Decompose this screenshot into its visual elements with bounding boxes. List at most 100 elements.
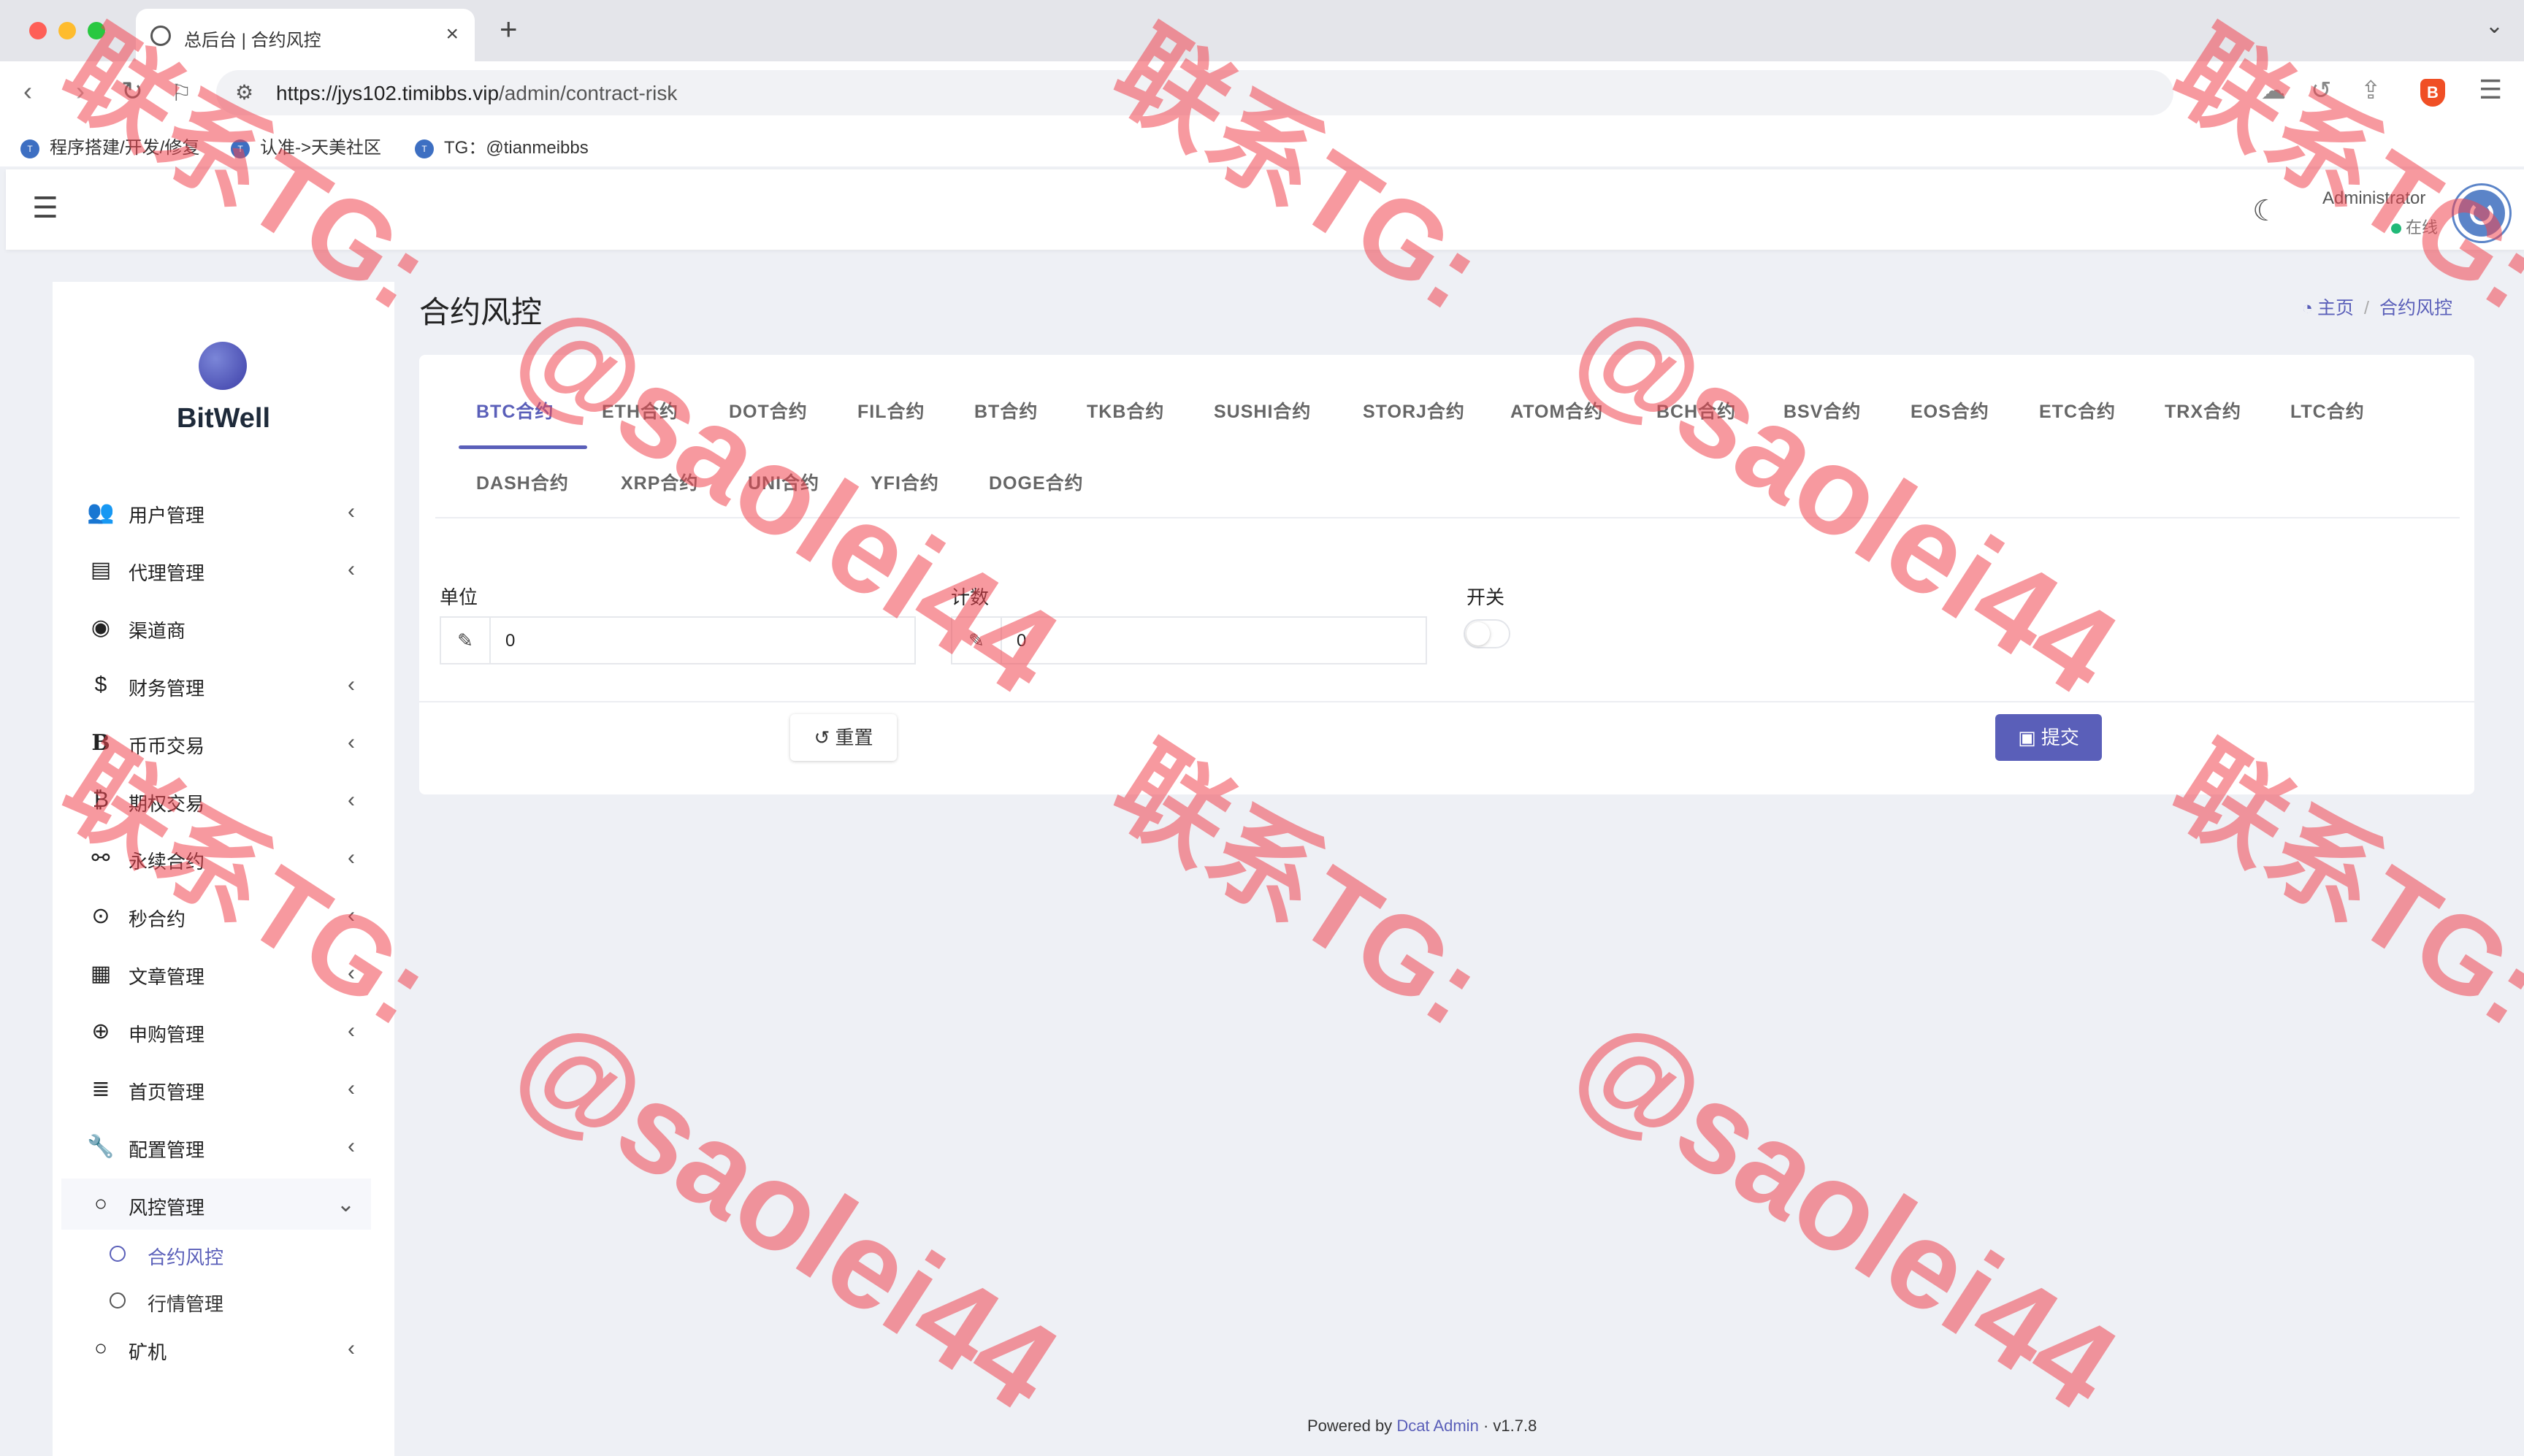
- tab-storj[interactable]: STORJ合约: [1363, 397, 1465, 424]
- dcat-admin-link[interactable]: Dcat Admin: [1396, 1417, 1479, 1435]
- bookmark-item[interactable]: T 程序搭建/开发/修复: [20, 133, 199, 158]
- sidebar-item-spot-trading[interactable]: B 币币交易 ‹: [61, 717, 371, 768]
- tab-atom[interactable]: ATOM合约: [1510, 397, 1603, 424]
- minimize-window-button[interactable]: [58, 22, 76, 39]
- back-icon[interactable]: ‹: [23, 76, 32, 107]
- id-card-icon: ▤: [90, 558, 112, 582]
- sidebar-subitem-label: 行情管理: [148, 1293, 224, 1315]
- tab-dot[interactable]: DOT合约: [729, 397, 808, 424]
- tab-bch[interactable]: BCH合约: [1656, 397, 1736, 424]
- sidebar-item-articles[interactable]: ▦ 文章管理 ‹: [61, 948, 371, 999]
- close-window-button[interactable]: [29, 22, 47, 39]
- chevron-left-icon: ‹: [348, 846, 355, 870]
- sidebar-item-finance[interactable]: $ 财务管理 ‹: [61, 659, 371, 710]
- extension-refresh-icon[interactable]: ↺: [2311, 76, 2332, 105]
- tab-eos[interactable]: EOS合约: [1911, 397, 1989, 424]
- pencil-icon: ✎: [441, 618, 491, 663]
- switch-toggle[interactable]: [1464, 619, 1510, 648]
- sidebar-item-label: 代理管理: [129, 562, 205, 584]
- address-bar[interactable]: ⚙ https://jys102.timibbs.vip/admin/contr…: [216, 70, 2173, 115]
- maximize-window-button[interactable]: [88, 22, 105, 39]
- tab-doge[interactable]: DOGE合约: [989, 469, 1084, 495]
- address-url[interactable]: https://jys102.timibbs.vip/admin/contrac…: [276, 82, 677, 105]
- tab-uni[interactable]: UNI合约: [748, 469, 819, 495]
- bookmark-label: 程序搭建/开发/修复: [50, 138, 200, 158]
- reload-icon[interactable]: ↻: [121, 76, 143, 107]
- divider: [419, 701, 2474, 702]
- sidebar-item-perpetual[interactable]: ⚯ 永续合约 ‹: [61, 832, 371, 884]
- forward-icon[interactable]: ›: [76, 76, 85, 107]
- new-tab-button[interactable]: +: [500, 12, 518, 47]
- sidebar-item-label: 秒合约: [129, 908, 186, 930]
- user-name[interactable]: Administrator: [2322, 188, 2425, 209]
- browser-tab-title: 总后台 | 合约风控: [184, 31, 321, 50]
- tab-sushi[interactable]: SUSHI合约: [1214, 397, 1311, 424]
- sidebar-item-config[interactable]: 🔧 配置管理 ‹: [61, 1121, 371, 1172]
- divider: [435, 517, 2460, 518]
- logo-text: BitWell: [176, 403, 271, 434]
- tab-list-chevron-icon[interactable]: ⌄: [2485, 13, 2504, 39]
- chevron-left-icon: ‹: [348, 1134, 355, 1158]
- tab-etc[interactable]: ETC合约: [2039, 397, 2116, 424]
- tab-trx[interactable]: TRX合约: [2165, 397, 2241, 424]
- sidebar-item-label: 配置管理: [129, 1139, 205, 1161]
- breadcrumb-separator: /: [2364, 298, 2369, 318]
- url-host: https://jys102.timibbs.vip: [276, 82, 500, 104]
- sidebar-item-options-trading[interactable]: ₿ 期权交易 ‹: [61, 775, 371, 826]
- brave-shield-icon[interactable]: B: [2420, 79, 2445, 107]
- bookmark-label: 认准->天美社区: [260, 138, 382, 158]
- avatar[interactable]: [2454, 185, 2509, 241]
- chevron-left-icon: ‹: [348, 673, 355, 697]
- site-settings-icon[interactable]: ⚙: [235, 80, 253, 104]
- tab-fil[interactable]: FIL合约: [857, 397, 925, 424]
- tab-tkb[interactable]: TKB合约: [1087, 397, 1164, 424]
- sidebar-item-risk-control[interactable]: ○ 风控管理 ⌄: [61, 1179, 371, 1230]
- sidebar-item-subscription[interactable]: ⊕ 申购管理 ‹: [61, 1005, 371, 1057]
- sidebar-item-user-management[interactable]: 👥 用户管理 ‹: [61, 486, 371, 537]
- sidebar-item-agent-management[interactable]: ▤ 代理管理 ‹: [61, 544, 371, 595]
- user-status-label: 在线: [2406, 218, 2439, 237]
- save-icon: ▣: [2018, 727, 2041, 748]
- unit-label: 单位: [440, 586, 478, 608]
- chevron-left-icon: ‹: [348, 557, 355, 581]
- globe-icon: [150, 26, 171, 46]
- reset-button[interactable]: ↺ 重置: [790, 714, 897, 761]
- bitcoin-icon: ₿: [92, 788, 110, 812]
- bookmark-item[interactable]: T TG：@tianmeibbs: [415, 133, 589, 158]
- breadcrumb-home[interactable]: ◔ 主页: [2302, 298, 2354, 318]
- unit-input[interactable]: ✎ 0: [440, 616, 916, 664]
- circle-icon: [110, 1246, 126, 1262]
- sidebar-item-second-contract[interactable]: ⊙ 秒合约 ‹: [61, 890, 371, 941]
- tab-dash[interactable]: DASH合约: [476, 469, 569, 495]
- tab-xrp[interactable]: XRP合约: [621, 469, 698, 495]
- tab-ltc[interactable]: LTC合约: [2290, 397, 2365, 424]
- sidebar-item-channel[interactable]: ◉ 渠道商: [61, 602, 371, 653]
- dark-mode-moon-icon[interactable]: ☾: [2252, 194, 2279, 228]
- browser-menu-icon[interactable]: ☰: [2479, 74, 2502, 105]
- chevron-left-icon: ‹: [348, 1336, 355, 1360]
- dot-circle-icon: ⊙: [91, 904, 110, 928]
- version-text: v1.7.8: [1493, 1417, 1537, 1435]
- extension-cloud-icon[interactable]: ☁: [2261, 76, 2286, 105]
- sidebar-subitem-market-management[interactable]: 行情管理: [53, 1279, 371, 1323]
- sidebar-item-miner[interactable]: ○ 矿机 ‹: [61, 1323, 371, 1374]
- tab-bt[interactable]: BT合约: [974, 397, 1038, 424]
- tab-eth[interactable]: ETH合约: [602, 397, 678, 424]
- dashboard-icon: ◔: [2301, 298, 2314, 318]
- tab-bsv[interactable]: BSV合约: [1783, 397, 1861, 424]
- tab-btc[interactable]: BTC合约: [476, 397, 554, 424]
- bookmark-item[interactable]: T 认准->天美社区: [231, 133, 381, 158]
- life-ring-icon: ⊕: [91, 1019, 110, 1043]
- bookmark-icon[interactable]: ⚐: [171, 79, 192, 107]
- sidebar-subitem-contract-risk[interactable]: 合约风控: [53, 1233, 371, 1276]
- share-icon[interactable]: ⇪: [2360, 76, 2382, 105]
- browser-tab[interactable]: 总后台 | 合约风控 ×: [136, 9, 475, 61]
- close-tab-icon[interactable]: ×: [445, 22, 459, 47]
- contract-risk-card: BTC合约 ETH合约 DOT合约 FIL合约 BT合约 TKB合约 SUSHI…: [419, 355, 2474, 794]
- tab-yfi[interactable]: YFI合约: [871, 469, 939, 495]
- submit-button[interactable]: ▣ 提交: [1995, 714, 2102, 761]
- hamburger-menu-icon[interactable]: ☰: [32, 191, 58, 225]
- sidebar-item-home-management[interactable]: ≣ 首页管理 ‹: [61, 1063, 371, 1114]
- chevron-left-icon: ‹: [348, 730, 355, 754]
- count-input[interactable]: ✎ 0: [951, 616, 1427, 664]
